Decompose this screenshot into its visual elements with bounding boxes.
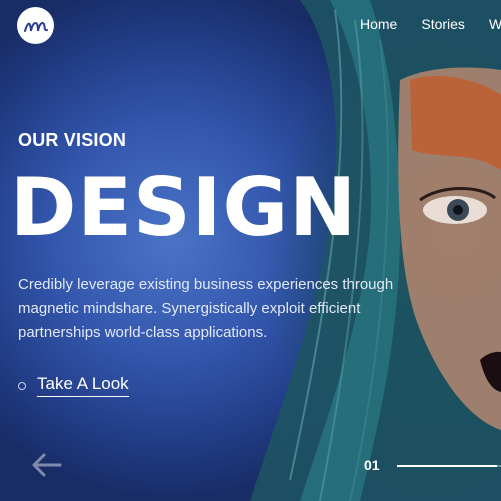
bullet-circle-icon [18,381,26,390]
hero-headline: DESIGN [10,161,358,254]
take-a-look-button[interactable]: Take A Look [18,374,129,397]
main-nav: Home Stories W [360,16,501,32]
cta-label: Take A Look [37,374,129,397]
nav-link-home[interactable]: Home [360,16,397,32]
brand-logo[interactable] [17,7,54,44]
script-m-logo-icon [23,21,48,32]
arrow-left-icon[interactable] [30,452,62,478]
slide-counter: 01 [364,457,380,473]
hero-description: Credibly leverage existing business expe… [18,276,394,341]
slide-progress-fill [397,465,497,467]
nav-link-truncated[interactable]: W [489,16,501,32]
section-kicker: OUR VISION [18,130,127,150]
nav-link-stories[interactable]: Stories [421,16,465,32]
hero-section: Home Stories W OUR VISION DESIGN Credibl… [0,0,501,501]
slide-progress-bar [397,465,501,467]
